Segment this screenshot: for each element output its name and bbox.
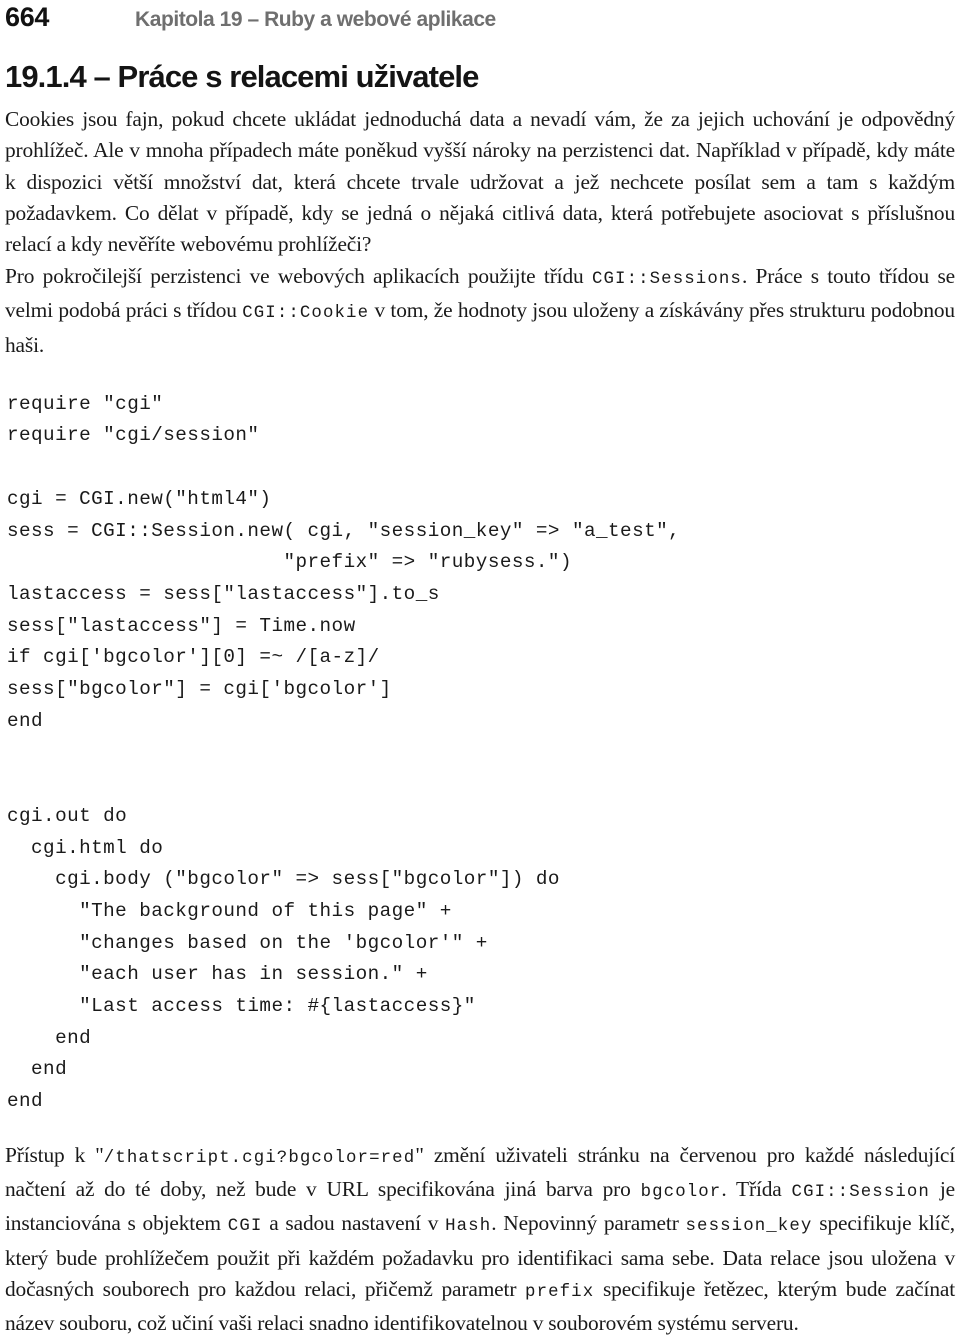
section-heading: 19.1.4 – Práce s relacemi uživatele xyxy=(5,59,479,94)
inline-code-cgi-cookie: CGI::Cookie xyxy=(242,304,370,324)
paragraph-explanation-part-f: . Nepovinný parametr xyxy=(491,1211,686,1236)
inline-code-script-url: /thatscript.cgi?bgcolor=red xyxy=(103,1148,416,1168)
inline-code-prefix: prefix xyxy=(525,1282,595,1302)
document-page: 664 Kapitola 19 – Ruby a webové aplikace… xyxy=(0,0,960,1338)
paragraph-explanation-part-a: Přístup k " xyxy=(5,1142,104,1167)
inline-code-hash: Hash xyxy=(445,1217,492,1237)
paragraph-sessions: Pro pokročilejší perzistenci ve webových… xyxy=(5,261,955,361)
running-head-title: Kapitola 19 – Ruby a webové aplikace xyxy=(135,8,496,31)
paragraph-explanation-part-c: . Třída xyxy=(721,1177,792,1202)
paragraph-explanation-part-e: a sadou nastavení v xyxy=(262,1211,446,1236)
paragraph-explanation: Přístup k "/thatscript.cgi?bgcolor=red" … xyxy=(5,1140,955,1338)
paragraph-sessions-part-a: Pro pokročilejší perzistenci ve webových… xyxy=(5,264,592,289)
paragraph-intro: Cookies jsou fajn, pokud chcete ukládat … xyxy=(5,104,955,260)
inline-code-cgi-session: CGI::Session xyxy=(791,1183,930,1203)
paragraph-intro-text: Cookies jsou fajn, pokud chcete ukládat … xyxy=(5,107,955,256)
code-listing-ruby-session: require "cgi" require "cgi/session" cgi … xyxy=(7,392,681,1113)
page-number: 664 xyxy=(5,2,50,32)
inline-code-session-key: session_key xyxy=(685,1217,813,1237)
inline-code-bgcolor: bgcolor xyxy=(640,1183,722,1203)
running-head: 664 Kapitola 19 – Ruby a webové aplikace xyxy=(5,0,955,40)
inline-code-cgi: CGI xyxy=(227,1217,263,1237)
inline-code-cgi-sessions: CGI::Sessions xyxy=(591,270,742,290)
